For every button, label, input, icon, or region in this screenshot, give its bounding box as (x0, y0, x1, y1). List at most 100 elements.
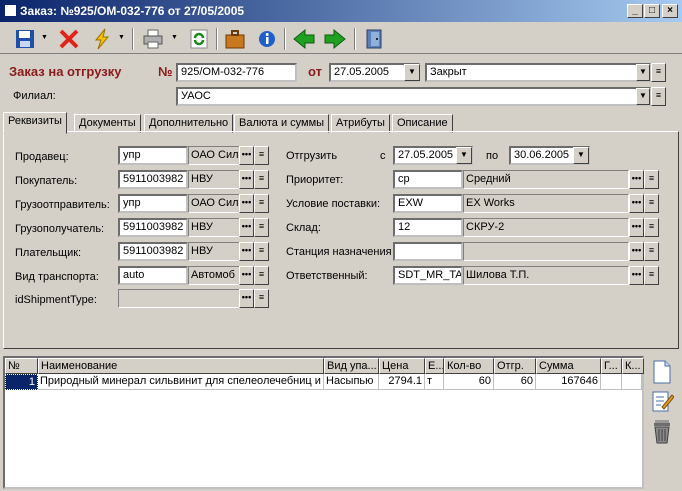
transport-label: Вид транспорта: (15, 271, 99, 283)
table-row-shipped-cell[interactable]: 60 (494, 374, 536, 390)
transport-ellipsis-button[interactable]: ••• (239, 266, 254, 285)
status-dropdown[interactable]: ▼ (636, 64, 650, 81)
delivery-terms-menu-button[interactable]: ≡ (644, 194, 659, 213)
column-header-name[interactable]: Наименование (38, 358, 324, 374)
table-row-name-cell[interactable]: Природный минерал сильвинит для спелеоле… (38, 374, 324, 390)
refresh-icon[interactable] (186, 26, 212, 52)
print-dropdown-icon[interactable]: ▼ (171, 34, 178, 41)
order-number-field[interactable]: 925/ОМ-032-776 (176, 63, 297, 82)
consignee-menu-button[interactable]: ≡ (254, 218, 269, 237)
payer-menu-button[interactable]: ≡ (254, 242, 269, 261)
table-row-g-cell[interactable] (601, 374, 622, 390)
buyer-menu-button[interactable]: ≡ (254, 170, 269, 189)
column-header-unit[interactable]: Е... (425, 358, 444, 374)
shipper-menu-button[interactable]: ≡ (254, 194, 269, 213)
transport-name-field: Автомоб (188, 266, 240, 285)
forward-arrow-icon[interactable] (322, 26, 348, 52)
priority-ellipsis-button[interactable]: ••• (629, 170, 644, 189)
branch-dropdown[interactable]: ▼ (636, 88, 650, 105)
responsible-ellipsis-button[interactable]: ••• (629, 266, 644, 285)
trash-icon[interactable] (650, 418, 674, 444)
toolbar-separator (216, 28, 218, 50)
print-icon[interactable] (140, 26, 166, 52)
delivery-terms-ellipsis-button[interactable]: ••• (629, 194, 644, 213)
action-dropdown-icon[interactable]: ▼ (118, 34, 125, 41)
ship-to-dropdown[interactable]: ▼ (573, 147, 589, 164)
table-row-number-cell[interactable]: 1 (5, 374, 38, 390)
new-document-icon[interactable] (650, 360, 674, 384)
table-row-package-cell[interactable]: Насыпью (324, 374, 379, 390)
priority-code-field[interactable]: ср (393, 170, 463, 189)
column-header-price[interactable]: Цена (379, 358, 425, 374)
shipper-code-field[interactable]: упр (118, 194, 188, 213)
edit-document-icon[interactable] (650, 389, 675, 413)
delivery-terms-name-field: EX Works (463, 194, 629, 213)
delete-icon[interactable] (56, 26, 82, 52)
info-icon[interactable] (254, 26, 280, 52)
column-header-quantity[interactable]: Кол-во (444, 358, 494, 374)
minimize-button[interactable]: _ (627, 4, 643, 18)
warehouse-menu-button[interactable]: ≡ (644, 218, 659, 237)
seller-name-field: ОАО Сил (188, 146, 240, 165)
shipment-type-menu-button[interactable]: ≡ (254, 289, 269, 308)
consignee-ellipsis-button[interactable]: ••• (239, 218, 254, 237)
seller-code-field[interactable]: упр (118, 146, 188, 165)
save-dropdown-icon[interactable]: ▼ (41, 34, 48, 41)
lightning-icon[interactable] (89, 26, 115, 52)
ship-from-dropdown[interactable]: ▼ (456, 147, 472, 164)
column-header-sum[interactable]: Сумма (536, 358, 601, 374)
priority-menu-button[interactable]: ≡ (644, 170, 659, 189)
toolbar-separator (354, 28, 356, 50)
items-table[interactable]: № Наименование Вид упа... Цена Е... Кол-… (3, 356, 644, 489)
order-date-dropdown[interactable]: ▼ (404, 64, 420, 81)
responsible-name-field: Шилова Т.П. (463, 266, 629, 285)
table-row-price-cell[interactable]: 2794.1 (379, 374, 425, 390)
consignee-name-field: НВУ (188, 218, 240, 237)
column-header-shipped[interactable]: Отгр. (494, 358, 536, 374)
payer-name-field: НВУ (188, 242, 240, 261)
delivery-terms-code-field[interactable]: EXW (393, 194, 463, 213)
shipment-type-field[interactable] (118, 289, 240, 308)
order-type-label: Заказ на отгрузку (9, 64, 122, 79)
save-icon[interactable] (12, 26, 38, 52)
seller-ellipsis-button[interactable]: ••• (239, 146, 254, 165)
seller-label: Продавец: (15, 151, 69, 163)
table-row-quantity-cell[interactable]: 60 (444, 374, 494, 390)
buyer-code-field[interactable]: 5911003982 (118, 170, 188, 189)
payer-code-field[interactable]: 5911003982 (118, 242, 188, 261)
column-header-k[interactable]: К... (622, 358, 644, 374)
responsible-code-field[interactable]: SDT_MR_TA (393, 266, 463, 285)
consignee-code-field[interactable]: 5911003982 (118, 218, 188, 237)
toolbar: ▼ ▼ ▼ (0, 24, 682, 54)
destination-station-menu-button[interactable]: ≡ (644, 242, 659, 261)
branch-field[interactable]: УАОС (176, 87, 651, 106)
buyer-ellipsis-button[interactable]: ••• (239, 170, 254, 189)
transport-code-field[interactable]: auto (118, 266, 188, 285)
warehouse-code-field[interactable]: 12 (393, 218, 463, 237)
seller-menu-button[interactable]: ≡ (254, 146, 269, 165)
branch-menu-button[interactable]: ≡ (651, 87, 666, 106)
close-window-button[interactable]: × (662, 4, 678, 18)
exit-door-icon[interactable] (361, 26, 387, 52)
warehouse-ellipsis-button[interactable]: ••• (629, 218, 644, 237)
tab-requisites[interactable]: Реквизиты (3, 112, 67, 134)
payer-ellipsis-button[interactable]: ••• (239, 242, 254, 261)
destination-station-ellipsis-button[interactable]: ••• (629, 242, 644, 261)
table-row-sum-cell[interactable]: 167646 (536, 374, 601, 390)
back-arrow-icon[interactable] (291, 26, 317, 52)
column-header-package[interactable]: Вид упа... (324, 358, 379, 374)
status-field[interactable]: Закрыт (425, 63, 651, 82)
briefcase-icon[interactable] (222, 26, 248, 52)
destination-station-code-field[interactable] (393, 242, 463, 261)
table-row-unit-cell[interactable]: т (425, 374, 444, 390)
maximize-button[interactable]: □ (644, 4, 660, 18)
warehouse-label: Склад: (286, 222, 321, 234)
responsible-menu-button[interactable]: ≡ (644, 266, 659, 285)
status-menu-button[interactable]: ≡ (651, 63, 666, 82)
column-header-number[interactable]: № (5, 358, 38, 374)
table-row-k-cell[interactable] (622, 374, 642, 390)
transport-menu-button[interactable]: ≡ (254, 266, 269, 285)
shipper-ellipsis-button[interactable]: ••• (239, 194, 254, 213)
shipment-type-ellipsis-button[interactable]: ••• (239, 289, 254, 308)
column-header-g[interactable]: Г... (601, 358, 622, 374)
